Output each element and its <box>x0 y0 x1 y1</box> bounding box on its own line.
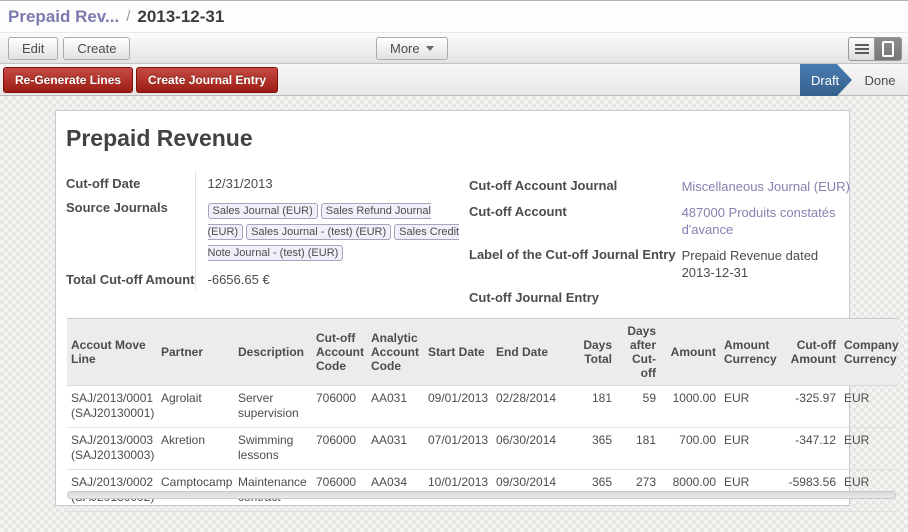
view-switcher <box>848 37 902 61</box>
table-cell: 700.00 <box>660 428 720 470</box>
regenerate-lines-button[interactable]: Re-Generate Lines <box>3 67 133 93</box>
table-cell: 706000 <box>312 428 367 470</box>
table-cell: Swimming lessons <box>234 428 312 470</box>
table-cell: 06/30/2014 <box>492 428 572 470</box>
journal-entry-label-value: Prepaid Revenue dated 2013-12-31 <box>682 247 854 281</box>
table-cell: 59 <box>616 386 660 428</box>
more-button[interactable]: More <box>376 37 448 60</box>
breadcrumb-parent-link[interactable]: Prepaid Rev... <box>8 7 119 27</box>
table-header-row: Accout Move LinePartnerDescriptionCut-of… <box>67 319 898 386</box>
list-icon <box>855 44 869 54</box>
column-header[interactable]: Cut-off Amount <box>782 319 840 386</box>
table-cell: EUR <box>840 386 898 428</box>
column-header[interactable]: Partner <box>157 319 234 386</box>
source-journals-label: Source Journals <box>66 195 195 267</box>
cutoff-lines-table: Accout Move LinePartnerDescriptionCut-of… <box>67 318 898 512</box>
page-background: Prepaid Revenue Cut-off Date 12/31/2013 … <box>0 96 908 532</box>
cutoff-account-journal-label: Cut-off Account Journal <box>469 173 676 199</box>
cutoff-journal-entry-label: Cut-off Journal Entry <box>469 285 676 309</box>
table-cell: SAJ/2013/0003 (SAJ20130003) <box>67 428 157 470</box>
table-cell: 365 <box>572 428 616 470</box>
column-header[interactable]: End Date <box>492 319 572 386</box>
field-group-left: Cut-off Date 12/31/2013 Source Journals … <box>66 171 460 291</box>
table-cell: Akretion <box>157 428 234 470</box>
form-view-button[interactable] <box>875 37 902 61</box>
more-button-label: More <box>390 41 420 56</box>
table-row[interactable]: SAJ/2013/0003 (SAJ20130003)AkretionSwimm… <box>67 428 898 470</box>
total-cutoff-amount-label: Total Cut-off Amount <box>66 267 195 291</box>
column-header[interactable]: Amount Currency <box>720 319 782 386</box>
status-bar: Re-Generate Lines Create Journal Entry D… <box>0 64 908 96</box>
create-journal-entry-button[interactable]: Create Journal Entry <box>136 67 278 93</box>
caret-down-icon <box>426 46 434 51</box>
control-bar: Edit Create More <box>0 32 908 64</box>
state-draft-badge: Draft <box>800 64 852 96</box>
table-cell: -347.12 <box>782 428 840 470</box>
table-cell: EUR <box>720 428 782 470</box>
table-row[interactable]: SAJ/2013/0001 (SAJ20130001)AgrolaitServe… <box>67 386 898 428</box>
breadcrumb: Prepaid Rev... / 2013-12-31 <box>0 1 908 32</box>
journal-tag: Sales Journal (EUR) <box>208 203 318 219</box>
table-cell: SAJ/2013/0001 (SAJ20130001) <box>67 386 157 428</box>
total-cutoff-amount-value: -6656.65 € <box>195 267 460 291</box>
horizontal-scrollbar[interactable] <box>67 491 896 499</box>
table-cell: AA031 <box>367 386 424 428</box>
table-cell: 181 <box>616 428 660 470</box>
column-header[interactable]: Cut-off Account Code <box>312 319 367 386</box>
column-header[interactable]: Accout Move Line <box>67 319 157 386</box>
table-cell: -325.97 <box>782 386 840 428</box>
table-cell: AA031 <box>367 428 424 470</box>
table-cell: 09/01/2013 <box>424 386 492 428</box>
cutoff-account-journal-link[interactable]: Miscellaneous Journal (EUR) <box>682 178 854 195</box>
column-header[interactable]: Company Currency <box>840 319 898 386</box>
table-cell: 02/28/2014 <box>492 386 572 428</box>
table-cell: Server supervision <box>234 386 312 428</box>
column-header[interactable]: Amount <box>660 319 720 386</box>
edit-button[interactable]: Edit <box>8 37 58 60</box>
column-header[interactable]: Start Date <box>424 319 492 386</box>
state-done-badge: Done <box>852 64 908 96</box>
column-header[interactable]: Days after Cut-off <box>616 319 660 386</box>
statusbar-states: Draft Done <box>800 64 908 96</box>
create-button[interactable]: Create <box>63 37 130 60</box>
cutoff-account-link[interactable]: 487000 Produits constatés d'avance <box>682 204 854 238</box>
page-title: Prepaid Revenue <box>66 125 253 152</box>
table-cell: 1000.00 <box>660 386 720 428</box>
cutoff-account-label: Cut-off Account <box>469 199 676 242</box>
source-journals-tags: Sales Journal (EUR)Sales Refund Journal … <box>208 200 460 263</box>
journal-entry-label-label: Label of the Cut-off Journal Entry <box>469 242 676 285</box>
table-cell: Agrolait <box>157 386 234 428</box>
cutoff-date-label: Cut-off Date <box>66 171 195 195</box>
list-view-button[interactable] <box>848 37 875 61</box>
column-header[interactable]: Days Total <box>572 319 616 386</box>
table-cell: 07/01/2013 <box>424 428 492 470</box>
breadcrumb-current: 2013-12-31 <box>137 7 224 27</box>
table-cell: EUR <box>720 386 782 428</box>
table-cell: 706000 <box>312 386 367 428</box>
field-group-right: Cut-off Account Journal Miscellaneous Jo… <box>469 173 854 309</box>
table-cell: 181 <box>572 386 616 428</box>
breadcrumb-separator: / <box>126 8 130 25</box>
journal-tag: Sales Journal - (test) (EUR) <box>246 224 391 240</box>
cutoff-date-value: 12/31/2013 <box>195 171 460 195</box>
cutoff-journal-entry-value <box>676 285 854 309</box>
form-icon <box>882 41 894 57</box>
column-header[interactable]: Description <box>234 319 312 386</box>
column-header[interactable]: Analytic Account Code <box>367 319 424 386</box>
table-cell: EUR <box>840 428 898 470</box>
